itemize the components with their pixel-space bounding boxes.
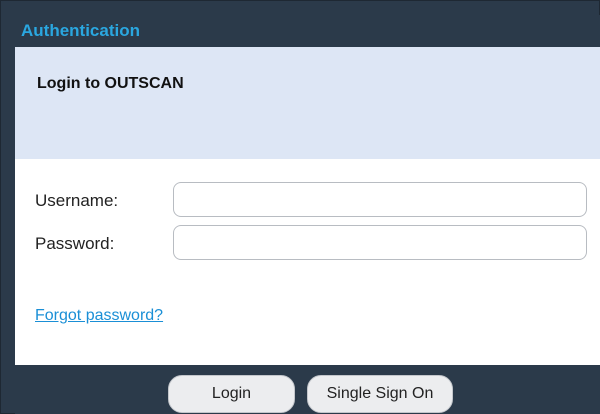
single-sign-on-button[interactable]: Single Sign On <box>307 375 453 413</box>
password-input[interactable] <box>173 225 587 260</box>
login-header: Login to OUTSCAN <box>15 47 600 159</box>
dialog-title: Authentication <box>15 15 600 47</box>
password-label: Password: <box>35 234 115 253</box>
authentication-dialog: Authentication Login to OUTSCAN Username… <box>0 0 600 414</box>
login-panel: Login to OUTSCAN Username: Password: For… <box>15 47 600 365</box>
username-input[interactable] <box>173 182 587 217</box>
forgot-password-link[interactable]: Forgot password? <box>35 307 163 325</box>
username-label: Username: <box>35 191 119 210</box>
login-heading: Login to OUTSCAN <box>37 75 184 92</box>
dialog-footer: Login Single Sign On <box>15 365 600 414</box>
login-button[interactable]: Login <box>168 375 295 413</box>
